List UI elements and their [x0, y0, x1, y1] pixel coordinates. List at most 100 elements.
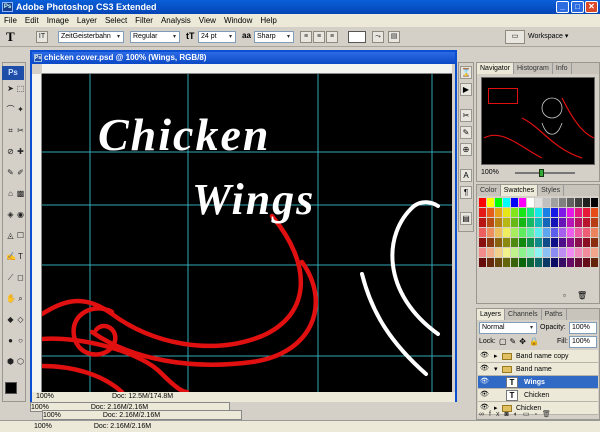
- doc-size-readout[interactable]: Doc: 12.5M/174.8M: [112, 392, 173, 402]
- align-left-icon[interactable]: ≡: [300, 31, 312, 43]
- color-swatch[interactable]: [591, 198, 598, 207]
- color-swatch[interactable]: [583, 228, 590, 237]
- maximize-button[interactable]: □: [571, 1, 584, 13]
- color-swatch[interactable]: [479, 228, 486, 237]
- tab-paths[interactable]: Paths: [542, 309, 567, 320]
- color-swatch[interactable]: [511, 218, 518, 227]
- color-swatch[interactable]: [575, 218, 582, 227]
- quickmask-tool-icon[interactable]: ●: [6, 336, 15, 345]
- color-swatch[interactable]: [519, 208, 526, 217]
- color-swatch[interactable]: [495, 238, 502, 247]
- color-swatch[interactable]: [551, 218, 558, 227]
- workspace-button[interactable]: Workspace ▾: [528, 32, 568, 40]
- color-swatch[interactable]: [583, 198, 590, 207]
- color-swatch[interactable]: [503, 258, 510, 267]
- color-swatch[interactable]: [527, 218, 534, 227]
- color-swatch[interactable]: [487, 238, 494, 247]
- lock-icons[interactable]: ▢✎✥🔒: [499, 337, 542, 346]
- color-swatch[interactable]: [511, 228, 518, 237]
- align-right-icon[interactable]: ≡: [326, 31, 338, 43]
- color-swatch[interactable]: [543, 228, 550, 237]
- color-swatch[interactable]: [487, 228, 494, 237]
- color-swatch[interactable]: [495, 218, 502, 227]
- color-swatch[interactable]: [567, 238, 574, 247]
- zoom-tool-icon[interactable]: ⌕: [16, 294, 25, 303]
- menu-window[interactable]: Window: [220, 14, 256, 27]
- color-swatch[interactable]: [479, 248, 486, 257]
- color-swatch[interactable]: [519, 258, 526, 267]
- dodge-tool-icon[interactable]: ◉: [16, 210, 25, 219]
- color-swatch[interactable]: [575, 248, 582, 257]
- color-swatch[interactable]: [479, 258, 486, 267]
- color-swatch[interactable]: [527, 238, 534, 247]
- visibility-eye-icon[interactable]: 👁: [480, 365, 489, 373]
- color-swatch[interactable]: [551, 208, 558, 217]
- color-swatch[interactable]: [583, 208, 590, 217]
- color-swatch[interactable]: [527, 198, 534, 207]
- color-swatch[interactable]: [575, 238, 582, 247]
- new-swatch-icon[interactable]: ▫: [563, 291, 566, 300]
- visibility-eye-icon[interactable]: 👁: [480, 378, 489, 386]
- menu-edit[interactable]: Edit: [21, 14, 43, 27]
- layer-style-icon[interactable]: fx: [489, 411, 504, 418]
- canvas-title-wings[interactable]: Wings: [192, 175, 315, 224]
- color-swatch[interactable]: [535, 198, 542, 207]
- color-swatch[interactable]: [559, 208, 566, 217]
- color-swatch[interactable]: [567, 248, 574, 257]
- character-icon[interactable]: A: [460, 169, 472, 182]
- line-tool-icon[interactable]: ⟋: [6, 273, 15, 282]
- color-swatch[interactable]: [503, 238, 510, 247]
- fill-field[interactable]: 100%: [569, 336, 597, 348]
- color-swatch[interactable]: [535, 228, 542, 237]
- layer-row[interactable]: 👁 T Wings: [478, 376, 598, 389]
- foreground-color-swatch[interactable]: [5, 382, 17, 394]
- color-swatch[interactable]: [559, 238, 566, 247]
- color-swatch[interactable]: [495, 248, 502, 257]
- visibility-eye-icon[interactable]: 👁: [480, 391, 489, 399]
- close-button[interactable]: ✕: [585, 1, 598, 13]
- color-swatch[interactable]: [503, 198, 510, 207]
- color-swatch[interactable]: [479, 218, 486, 227]
- tab-info[interactable]: Info: [553, 63, 572, 74]
- clone-tool-icon[interactable]: ✎: [6, 168, 15, 177]
- menu-help[interactable]: Help: [256, 14, 280, 27]
- color-swatch[interactable]: [511, 258, 518, 267]
- mask-icon[interactable]: ◙: [504, 411, 513, 418]
- menu-select[interactable]: Select: [101, 14, 131, 27]
- color-swatch[interactable]: [535, 248, 542, 257]
- color-swatch[interactable]: [519, 228, 526, 237]
- history-icon[interactable]: ⌛: [460, 66, 472, 79]
- color-swatch[interactable]: [591, 208, 598, 217]
- delete-swatch-icon[interactable]: 🗑: [577, 291, 587, 300]
- navigator-slider-handle[interactable]: [539, 169, 544, 177]
- color-swatch[interactable]: [551, 198, 558, 207]
- color-swatch[interactable]: [479, 208, 486, 217]
- color-swatch[interactable]: [583, 238, 590, 247]
- text-tool-icon[interactable]: T: [16, 252, 25, 261]
- navigator-thumbnail[interactable]: [481, 77, 595, 165]
- color-swatch[interactable]: [591, 218, 598, 227]
- text-orientation-icon[interactable]: IT: [36, 31, 48, 43]
- screen-mode-tool-icon[interactable]: ○: [16, 336, 25, 345]
- color-swatch[interactable]: [527, 258, 534, 267]
- color-swatch[interactable]: [495, 258, 502, 267]
- color-swatch[interactable]: [559, 248, 566, 257]
- minimize-button[interactable]: _: [556, 1, 569, 13]
- color-swatch[interactable]: [551, 228, 558, 237]
- marquee-tool-icon[interactable]: ⬚: [16, 84, 25, 93]
- actions-icon[interactable]: ▶: [460, 83, 472, 96]
- color-swatch[interactable]: [519, 198, 526, 207]
- color-swatch[interactable]: [551, 238, 558, 247]
- brushes-dock-icon[interactable]: ▭: [505, 30, 525, 44]
- eraser-tool-icon[interactable]: ⌂: [6, 189, 15, 198]
- color-swatch[interactable]: [511, 208, 518, 217]
- color-swatch[interactable]: [479, 238, 486, 247]
- move-tool-icon[interactable]: ➤: [6, 84, 15, 93]
- opacity-field[interactable]: 100%: [569, 322, 597, 334]
- color-swatch[interactable]: [583, 258, 590, 267]
- antialias-select[interactable]: Sharp ▾: [254, 31, 294, 43]
- color-swatch[interactable]: [487, 218, 494, 227]
- layer-row[interactable]: 👁 T Chicken: [478, 389, 598, 402]
- color-swatch[interactable]: [519, 238, 526, 247]
- pen-tool-icon[interactable]: ◬: [6, 231, 15, 240]
